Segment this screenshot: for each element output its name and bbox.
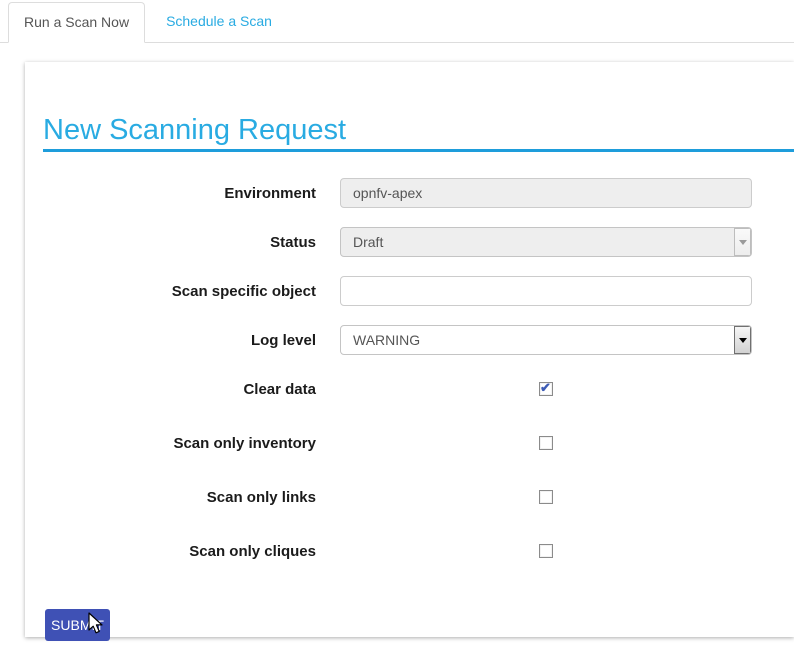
clear-data-checkbox[interactable] [539, 382, 553, 396]
log-level-row: Log level WARNING [43, 325, 794, 355]
new-scan-form: Environment Status Draft Scan specific o… [43, 178, 794, 641]
page: { "tabs": { "run_scan": { "label": "Run … [0, 0, 794, 651]
log-level-select[interactable]: WARNING [340, 325, 752, 355]
log-level-label: Log level [43, 332, 316, 349]
status-label: Status [43, 234, 316, 251]
environment-row: Environment [43, 178, 794, 208]
scan-only-links-row: Scan only links [43, 482, 794, 512]
scan-only-cliques-label: Scan only cliques [43, 543, 316, 560]
scan-request-panel: New Scanning Request Environment Status … [25, 62, 794, 637]
submit-button[interactable]: SUBMIT [45, 609, 110, 641]
status-select-value: Draft [341, 228, 734, 256]
log-level-dropdown-button[interactable] [734, 326, 751, 354]
scan-only-links-label: Scan only links [43, 489, 316, 506]
log-level-select-value: WARNING [341, 326, 734, 354]
scan-only-links-checkbox[interactable] [539, 490, 553, 504]
scan-specific-object-input[interactable] [340, 276, 752, 306]
scan-only-cliques-row: Scan only cliques [43, 536, 794, 566]
scan-specific-object-row: Scan specific object [43, 276, 794, 306]
chevron-down-icon [739, 240, 747, 249]
scan-only-inventory-checkbox[interactable] [539, 436, 553, 450]
chevron-down-icon [739, 338, 747, 347]
tab-run-a-scan-now[interactable]: Run a Scan Now [8, 2, 145, 43]
page-title: New Scanning Request [43, 114, 794, 152]
tab-bar: Run a Scan Now Schedule a Scan [0, 0, 794, 43]
scan-only-cliques-checkbox[interactable] [539, 544, 553, 558]
tab-schedule-a-scan[interactable]: Schedule a Scan [150, 1, 288, 42]
scan-specific-object-label: Scan specific object [43, 283, 316, 300]
scan-only-inventory-row: Scan only inventory [43, 428, 794, 458]
environment-label: Environment [43, 185, 316, 202]
status-select: Draft [340, 227, 752, 257]
scan-only-inventory-label: Scan only inventory [43, 435, 316, 452]
status-row: Status Draft [43, 227, 794, 257]
environment-input [340, 178, 752, 208]
status-dropdown-button [734, 228, 751, 256]
clear-data-row: Clear data [43, 374, 794, 404]
clear-data-label: Clear data [43, 381, 316, 398]
